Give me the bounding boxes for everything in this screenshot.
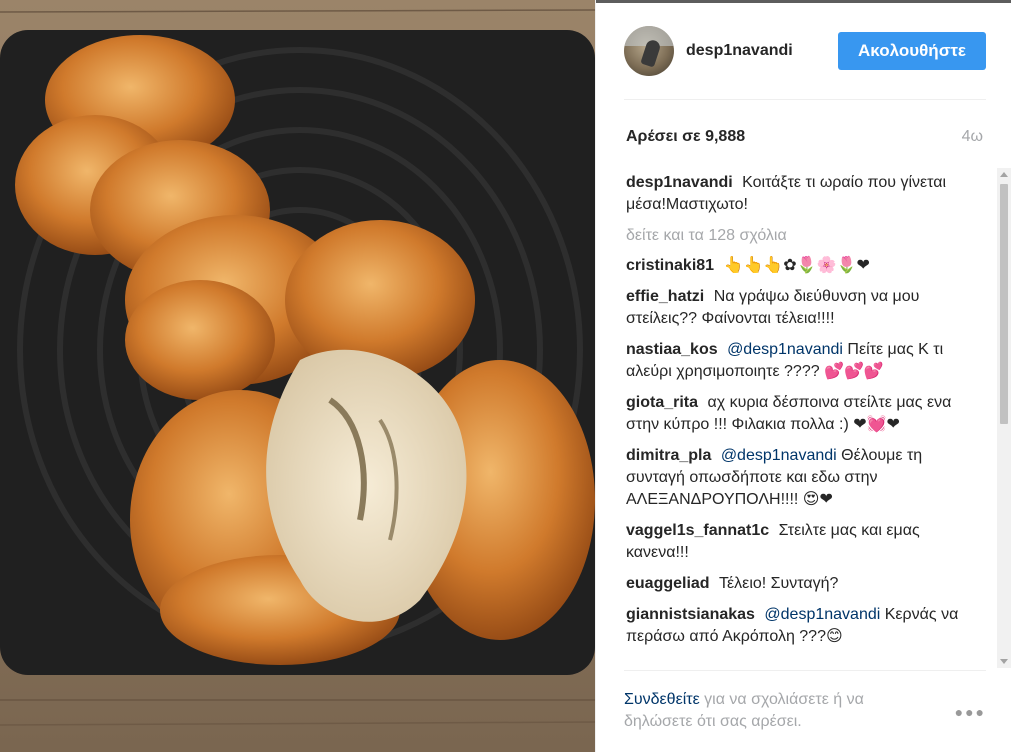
post-details-panel: desp1navandi Ακολουθήστε Αρέσει σε 9,888…	[595, 0, 1011, 752]
comment-author[interactable]: cristinaki81	[626, 257, 714, 274]
comments-scrollbar[interactable]	[997, 168, 1011, 668]
scrollbar-thumb[interactable]	[1000, 184, 1008, 424]
avatar[interactable]	[624, 26, 674, 76]
comment-mention[interactable]: @desp1navandi	[764, 606, 880, 623]
comment-text: 👆👆👆✿🌷🌸🌷❤	[723, 257, 870, 274]
follow-button[interactable]: Ακολουθήστε	[838, 32, 986, 70]
comment-author[interactable]: dimitra_pla	[626, 447, 711, 464]
scroll-down-arrow-icon[interactable]	[1000, 659, 1008, 664]
caption: desp1navandi Κοιτάξτε τι ωραίο που γίνετ…	[626, 172, 982, 216]
likes-count[interactable]: Αρέσει σε 9,888	[626, 128, 745, 146]
scroll-up-arrow-icon[interactable]	[1000, 172, 1008, 177]
top-border	[596, 0, 1011, 3]
comment-item: nastiaa_kos @desp1navandi Πείτε μας Κ τι…	[626, 339, 982, 383]
comment-author[interactable]: nastiaa_kos	[626, 341, 718, 358]
post-header: desp1navandi Ακολουθήστε	[624, 26, 986, 100]
comment-item: giannistsianakas @desp1navandi Κερνάς να…	[626, 604, 982, 648]
comment-mention[interactable]: @desp1navandi	[727, 341, 843, 358]
post-timestamp[interactable]: 4ω	[962, 128, 983, 146]
comment-item: giota_rita αχ κυρια δέσποινα στείλτε μας…	[626, 392, 982, 436]
comment-author[interactable]: vaggel1s_fannat1c	[626, 522, 769, 539]
comment-item: euaggeliad Τέλειο! Συνταγή?	[626, 573, 982, 595]
login-link[interactable]: Συνδεθείτε	[624, 691, 700, 708]
username-link[interactable]: desp1navandi	[686, 42, 793, 60]
comment-item: cristinaki81 👆👆👆✿🌷🌸🌷❤	[626, 255, 982, 277]
comment-mention[interactable]: @desp1navandi	[721, 447, 837, 464]
comment-author[interactable]: giota_rita	[626, 394, 698, 411]
comment-text: Τέλειο! Συνταγή?	[719, 575, 839, 592]
comment-author[interactable]: giannistsianakas	[626, 606, 755, 623]
bread-illustration	[0, 0, 595, 752]
comment-author[interactable]: euaggeliad	[626, 575, 710, 592]
more-options-icon[interactable]: ●●●	[955, 701, 986, 723]
caption-author[interactable]: desp1navandi	[626, 174, 733, 191]
comment-author[interactable]: effie_hatzi	[626, 288, 704, 305]
comments-list: desp1navandi Κοιτάξτε τι ωραίο που γίνετ…	[626, 172, 982, 666]
post-photo	[0, 0, 595, 752]
post-footer: Συνδεθείτε για να σχολιάσετε ή να δηλώσε…	[624, 670, 986, 733]
comment-item: effie_hatzi Να γράψω διεύθυνση να μου στ…	[626, 286, 982, 330]
view-all-comments-link[interactable]: δείτε και τα 128 σχόλια	[626, 225, 982, 247]
comment-item: vaggel1s_fannat1c Στειλτε μας και εμας κ…	[626, 520, 982, 564]
comment-item: dimitra_pla @desp1navandi Θέλουμε τη συν…	[626, 445, 982, 511]
